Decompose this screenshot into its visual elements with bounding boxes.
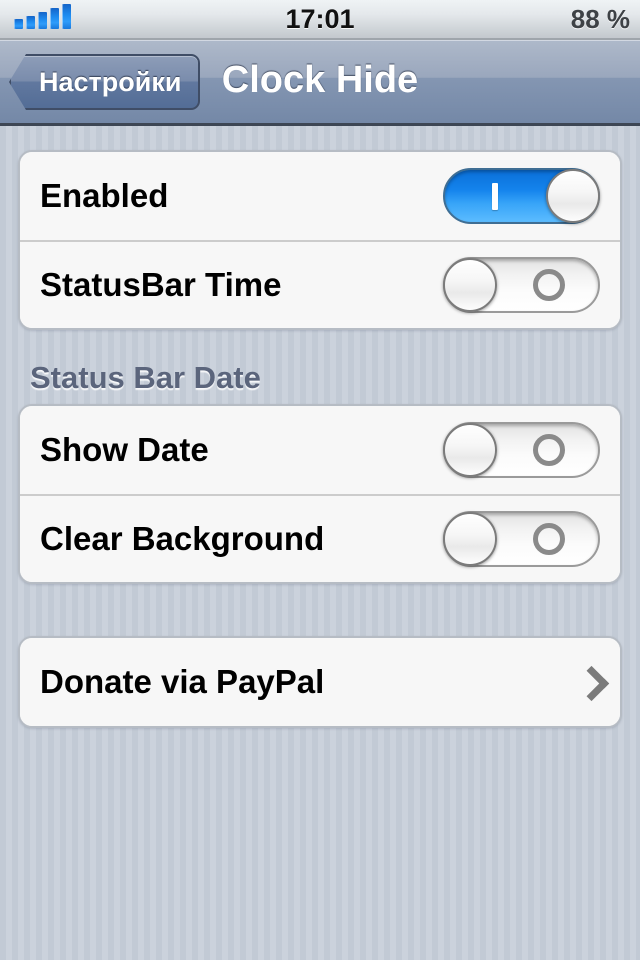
iphone-screen: 17:01 88 % Настройки Clock Hide Enabled …: [0, 0, 640, 960]
toggle-enabled-knob[interactable]: [546, 169, 600, 223]
settings-list: Enabled StatusBar Time Status Bar Date S…: [0, 150, 640, 728]
row-clear-background[interactable]: Clear Background: [20, 494, 620, 582]
row-enabled-label: Enabled: [40, 177, 169, 214]
toggle-show-date-knob[interactable]: [443, 423, 497, 477]
row-show-date-label: Show Date: [40, 431, 209, 468]
toggle-statusbar-time[interactable]: [443, 257, 600, 313]
navigation-bar: Настройки Clock Hide: [0, 40, 640, 126]
toggle-show-date[interactable]: [443, 422, 600, 478]
toggle-enabled[interactable]: [443, 168, 600, 224]
battery-percentage: 88 %: [570, 3, 630, 34]
back-button-label: Настройки: [39, 66, 182, 97]
row-donate-paypal[interactable]: Donate via PayPal: [20, 638, 620, 726]
status-bar-clock: 17:01: [285, 3, 355, 34]
row-donate-paypal-label: Donate via PayPal: [40, 663, 325, 700]
back-button-settings[interactable]: Настройки: [9, 54, 201, 110]
chevron-right-icon: [578, 664, 600, 700]
toggle-clear-background[interactable]: [443, 511, 600, 567]
settings-group-donate: Donate via PayPal: [18, 636, 622, 728]
toggle-clear-background-knob[interactable]: [443, 512, 497, 566]
toggle-statusbar-time-knob[interactable]: [443, 258, 497, 312]
row-statusbar-time[interactable]: StatusBar Time: [20, 240, 620, 328]
status-bar: 17:01 88 %: [0, 0, 640, 40]
row-enabled[interactable]: Enabled: [20, 152, 620, 240]
row-show-date[interactable]: Show Date: [20, 406, 620, 494]
row-statusbar-time-label: StatusBar Time: [40, 266, 282, 303]
settings-group-status-bar-date: Show Date Clear Background: [18, 404, 622, 584]
row-clear-background-label: Clear Background: [40, 520, 325, 557]
section-header-status-bar-date: Status Bar Date: [30, 360, 261, 395]
settings-group-general: Enabled StatusBar Time: [18, 150, 622, 330]
